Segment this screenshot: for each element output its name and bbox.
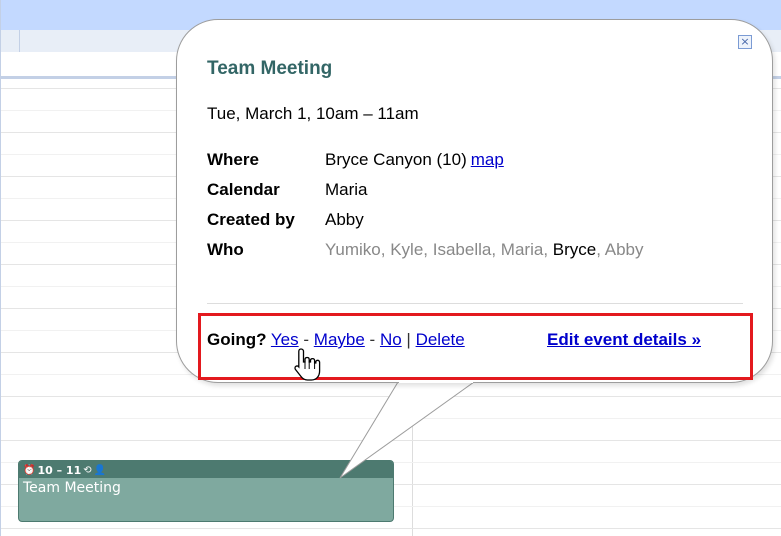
where-value: Bryce Canyon (10) <box>325 150 467 169</box>
event-block-title: Team Meeting <box>23 480 121 496</box>
repeat-icon: ⟲ <box>83 464 92 476</box>
event-block-time: 10 – 11 <box>37 463 82 477</box>
calendar-value: Maria <box>325 180 368 199</box>
calendar-label: Calendar <box>207 180 280 199</box>
edit-event-details-link[interactable]: Edit event details » <box>547 330 701 350</box>
guest-name: Yumiko <box>325 240 381 259</box>
grid-line <box>1 440 781 441</box>
guests-icon: 👤 <box>93 464 107 476</box>
who-label: Who <box>207 240 244 259</box>
guest-name: Abby <box>604 240 644 259</box>
delete-event-link[interactable]: Delete <box>416 330 465 349</box>
guest-list: Yumiko, Kyle, Isabella, Maria, Bryce, Ab… <box>325 240 644 259</box>
guest-name: Isabella <box>432 240 492 259</box>
popup-divider <box>207 303 743 304</box>
grid-line <box>1 418 781 419</box>
reminder-icon: ⏰ <box>23 464 36 476</box>
created-by-label: Created by <box>207 210 295 229</box>
guest-name: Kyle <box>390 240 424 259</box>
rsvp-no-link[interactable]: No <box>380 330 402 349</box>
map-link[interactable]: map <box>471 150 504 169</box>
rsvp-actions: Going? Yes - Maybe - No | Delete <box>207 330 465 350</box>
event-time: Tue, March 1, 10am – 11am <box>207 104 419 123</box>
hand-cursor-icon <box>294 348 321 381</box>
separator: | <box>406 330 411 349</box>
close-icon[interactable]: × <box>738 35 752 49</box>
grid-line <box>1 528 781 529</box>
guest-name: Bryce <box>552 240 597 259</box>
calendar-event-block[interactable]: ⏰ 10 – 11 ⟲ 👤 Team Meeting <box>18 460 394 522</box>
event-block-header: ⏰ 10 – 11 ⟲ 👤 <box>19 461 393 478</box>
where-label: Where <box>207 150 259 169</box>
separator: - <box>369 330 376 349</box>
event-title: Team Meeting <box>207 58 333 79</box>
created-by-value: Abby <box>325 210 364 229</box>
going-label: Going? <box>207 330 267 349</box>
grid-line <box>1 396 781 397</box>
guest-name: Maria <box>500 240 544 259</box>
where-value-wrap: Bryce Canyon (10) map <box>325 150 504 170</box>
